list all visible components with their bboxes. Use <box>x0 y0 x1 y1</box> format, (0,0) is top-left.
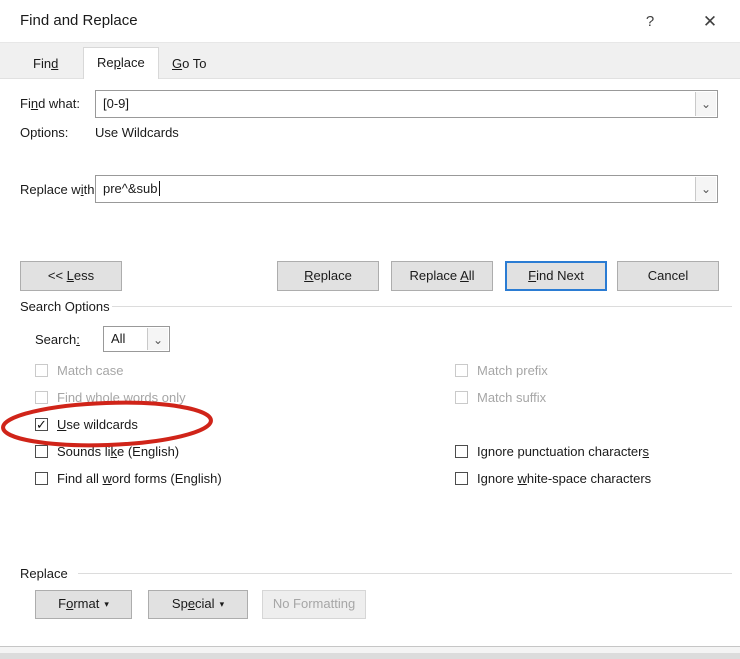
checkbox-match-suffix: Match suffix <box>455 389 546 405</box>
find-what-label: Find what: <box>20 96 80 111</box>
tab-go-to[interactable]: Go To <box>159 50 219 78</box>
tab-find[interactable]: Find <box>20 50 71 78</box>
search-options-divider <box>112 306 732 307</box>
checkbox-match-case: Match case <box>35 362 123 378</box>
checkbox-box-checked[interactable]: ✓ <box>35 418 48 431</box>
options-label: Options: <box>20 125 68 140</box>
checkbox-box[interactable] <box>455 445 468 458</box>
search-direction-combobox[interactable]: All ⌄ <box>103 326 170 352</box>
tab-strip: Find Replace Go To <box>0 42 740 79</box>
chevron-down-icon: ⌄ <box>153 333 163 347</box>
checkbox-match-prefix: Match prefix <box>455 362 548 378</box>
checkbox-use-wildcards[interactable]: ✓ Use wildcards <box>35 416 138 432</box>
checkbox-box <box>455 391 468 404</box>
checkbox-box[interactable] <box>35 445 48 458</box>
find-what-dropdown-button[interactable]: ⌄ <box>695 92 716 116</box>
checkbox-ignore-punctuation[interactable]: Ignore punctuation characters <box>455 443 649 459</box>
special-button[interactable]: Special▾ <box>148 590 248 619</box>
chevron-down-icon: ⌄ <box>701 97 711 111</box>
replace-with-value: pre^&sub <box>103 181 160 196</box>
close-icon[interactable]: ✕ <box>696 8 724 36</box>
background-strip <box>0 653 740 659</box>
replace-group-divider <box>78 573 732 574</box>
replace-with-label: Replace with: <box>20 182 98 197</box>
menu-arrow-icon: ▾ <box>220 599 225 609</box>
find-what-input[interactable]: [0-9] ⌄ <box>95 90 718 118</box>
help-icon[interactable]: ? <box>636 8 664 36</box>
checkbox-box[interactable] <box>35 472 48 485</box>
checkbox-box <box>35 364 48 377</box>
checkbox-ignore-whitespace[interactable]: Ignore white-space characters <box>455 470 651 486</box>
text-caret <box>159 181 160 196</box>
search-direction-value: All <box>111 331 125 346</box>
replace-group-label: Replace <box>20 566 68 581</box>
checkbox-find-whole-words-only: Find whole words only <box>35 389 186 405</box>
tab-replace[interactable]: Replace <box>83 47 159 79</box>
no-formatting-button: No Formatting <box>262 590 366 619</box>
search-options-group-label: Search Options <box>20 299 110 314</box>
screen: Find and Replace ? ✕ Find Replace Go To … <box>0 0 740 659</box>
find-replace-dialog: Find and Replace ? ✕ Find Replace Go To … <box>0 0 740 647</box>
checkbox-box <box>455 364 468 377</box>
search-direction-dropdown-button[interactable]: ⌄ <box>147 328 168 350</box>
checkbox-box[interactable] <box>455 472 468 485</box>
check-icon: ✓ <box>36 417 47 432</box>
options-value: Use Wildcards <box>95 125 179 140</box>
find-what-value: [0-9] <box>103 96 129 111</box>
format-button[interactable]: Format▾ <box>35 590 132 619</box>
checkbox-sounds-like[interactable]: Sounds like (English) <box>35 443 179 459</box>
less-button[interactable]: << Less <box>20 261 122 291</box>
replace-all-button[interactable]: Replace All <box>391 261 493 291</box>
replace-with-input[interactable]: pre^&sub ⌄ <box>95 175 718 203</box>
checkbox-find-all-word-forms[interactable]: Find all word forms (English) <box>35 470 222 486</box>
cancel-button[interactable]: Cancel <box>617 261 719 291</box>
find-next-button[interactable]: Find Next <box>505 261 607 291</box>
chevron-down-icon: ⌄ <box>701 182 711 196</box>
replace-with-dropdown-button[interactable]: ⌄ <box>695 177 716 201</box>
search-direction-label: Search: <box>35 332 80 347</box>
menu-arrow-icon: ▾ <box>104 599 109 609</box>
replace-button[interactable]: Replace <box>277 261 379 291</box>
dialog-title: Find and Replace <box>20 12 138 29</box>
checkbox-box <box>35 391 48 404</box>
